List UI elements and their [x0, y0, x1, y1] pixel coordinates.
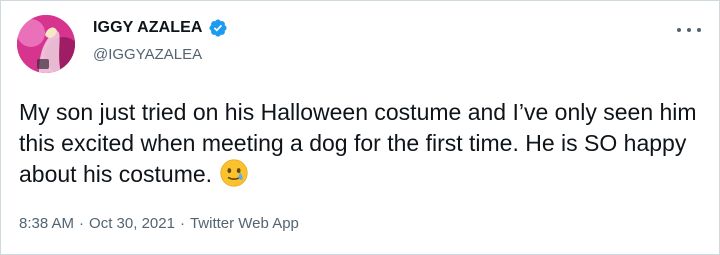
- more-dot: [697, 28, 701, 32]
- face-holding-back-tears-icon: [220, 159, 248, 187]
- avatar[interactable]: [17, 15, 75, 73]
- meta-separator: ·: [79, 215, 85, 232]
- avatar-image: [17, 15, 75, 73]
- tweet-card: IGGY AZALEA @IGGYAZALEA My son just trie…: [0, 0, 720, 255]
- tweet-metadata: 8:38 AM · Oct 30, 2021 · Twitter Web App: [19, 215, 299, 232]
- more-options-icon[interactable]: [677, 23, 701, 37]
- author-name-row[interactable]: IGGY AZALEA: [93, 18, 228, 38]
- meta-separator: ·: [179, 215, 185, 232]
- verified-badge-icon: [208, 18, 228, 38]
- tweet-source[interactable]: Twitter Web App: [190, 215, 299, 232]
- tweet-body: My son just tried on his Halloween costu…: [19, 97, 699, 190]
- author-handle[interactable]: @IGGYAZALEA: [93, 46, 202, 63]
- tweet-date[interactable]: Oct 30, 2021: [89, 215, 175, 232]
- tweet-text: My son just tried on his Halloween costu…: [19, 99, 697, 187]
- more-dot: [677, 28, 681, 32]
- more-dot: [687, 28, 691, 32]
- tweet-time[interactable]: 8:38 AM: [19, 215, 74, 232]
- author-display-name[interactable]: IGGY AZALEA: [93, 19, 203, 37]
